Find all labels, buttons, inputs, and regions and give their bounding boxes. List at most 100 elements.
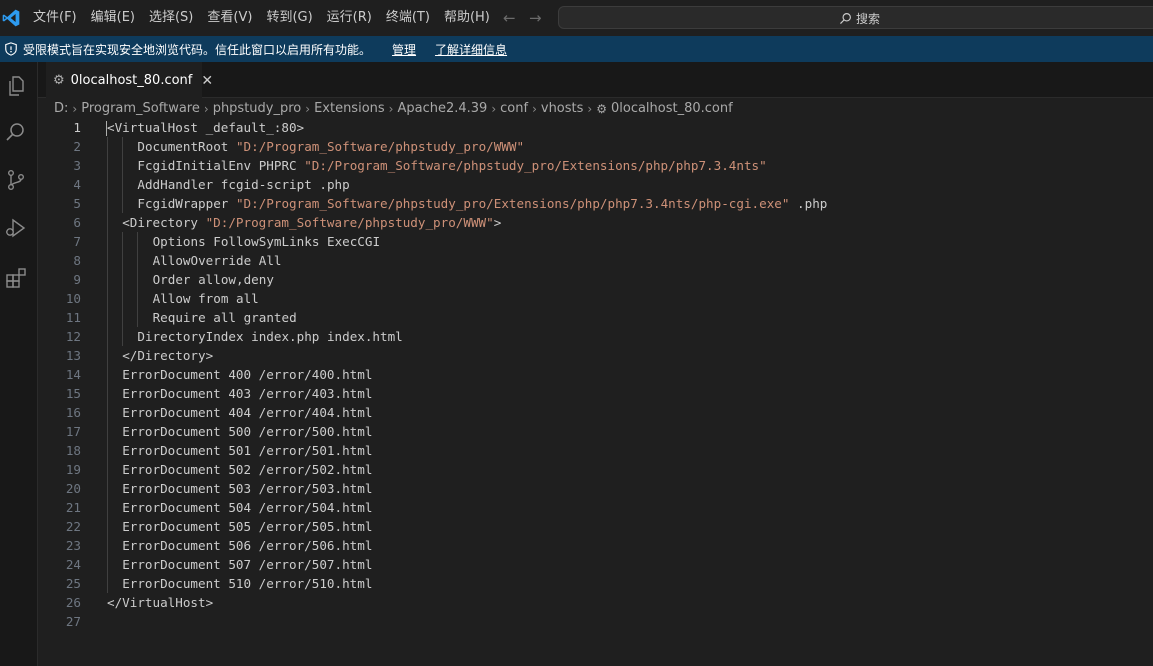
line-number: 1: [73, 120, 81, 135]
command-center-search[interactable]: 搜索: [558, 6, 1153, 29]
close-icon[interactable]: ✕: [201, 73, 213, 89]
line-number: 3: [73, 158, 81, 173]
code-line: 7 Options FollowSymLinks ExecCGI: [38, 232, 1153, 251]
indent-guide: [107, 517, 108, 536]
string-literal: "D:/Program_Software/phpstudy_pro/Extens…: [304, 158, 767, 173]
code-line: 17 ErrorDocument 500 /error/500.html: [38, 422, 1153, 441]
run-debug-icon[interactable]: [4, 216, 28, 240]
code-line: 11 Require all granted: [38, 308, 1153, 327]
code-token: Require all granted: [152, 310, 297, 325]
breadcrumb-item[interactable]: phpstudy_pro: [213, 101, 302, 116]
indent-guide: [107, 346, 108, 365]
code-token: </Directory>: [122, 348, 214, 363]
search-icon: [840, 13, 851, 24]
code-token: ErrorDocument 403 /error/403.html: [122, 386, 373, 401]
code-token: ErrorDocument 507 /error/507.html: [122, 557, 373, 572]
code-text: FcgidWrapper "D:/Program_Software/phpstu…: [137, 194, 827, 213]
indent-guide: [107, 251, 108, 270]
indent-guide: [107, 194, 108, 213]
code-line: 13 </Directory>: [38, 346, 1153, 365]
title-bar: 文件(F) 编辑(E) 选择(S) 查看(V) 转到(G) 运行(R) 终端(T) 帮助(H)…: [0, 0, 1153, 36]
code-text: <Directory "D:/Program_Software/phpstudy…: [122, 213, 501, 232]
indent-guide: [122, 327, 124, 346]
line-number: 23: [65, 538, 81, 553]
back-arrow-icon[interactable]: ←: [503, 9, 516, 27]
search-sidebar-icon[interactable]: [4, 120, 28, 144]
search-label: 搜索: [856, 12, 881, 26]
source-control-icon[interactable]: [4, 168, 28, 192]
extensions-icon[interactable]: [4, 266, 28, 290]
indent-guide: [107, 422, 108, 441]
forward-arrow-icon[interactable]: →: [529, 9, 542, 27]
indent-guide: [107, 232, 108, 251]
code-token: DocumentRoot: [137, 139, 236, 154]
indent-guide: [122, 251, 124, 270]
line-number: 2: [73, 139, 81, 154]
activity-bar: [0, 62, 38, 666]
code-token: ErrorDocument 510 /error/510.html: [122, 576, 373, 591]
line-number: 10: [65, 291, 81, 306]
code-line: 8 AllowOverride All: [38, 251, 1153, 270]
tab-0localhost-80-conf[interactable]: ⚙ 0localhost_80.conf ✕: [46, 62, 213, 98]
code-line: 1 <VirtualHost _default_:80>: [38, 118, 1153, 137]
indent-guide: [122, 270, 124, 289]
line-number: 7: [73, 234, 81, 249]
code-line: 3 FcgidInitialEnv PHPRC "D:/Program_Softw…: [38, 156, 1153, 175]
line-number: 14: [65, 367, 81, 382]
breadcrumb-item[interactable]: Extensions: [314, 101, 385, 116]
gear-icon: ⚙: [53, 73, 65, 88]
code-text: AddHandler fcgid-script .php: [137, 175, 349, 194]
code-text: ErrorDocument 506 /error/506.html: [122, 536, 372, 555]
code-line: 12 DirectoryIndex index.php index.html: [38, 327, 1153, 346]
code-text: ErrorDocument 505 /error/505.html: [122, 517, 372, 536]
code-text: DocumentRoot "D:/Program_Software/phpstu…: [137, 137, 524, 156]
indent-guide: [107, 270, 108, 289]
code-text: ErrorDocument 404 /error/404.html: [122, 403, 372, 422]
breadcrumb-item[interactable]: Program_Software: [81, 101, 200, 116]
breadcrumb-item[interactable]: conf: [500, 101, 528, 116]
menu-item[interactable]: 帮助(H): [437, 0, 497, 36]
learn-more-link[interactable]: 了解详细信息: [435, 41, 507, 58]
menu-item[interactable]: 运行(R): [320, 0, 379, 36]
breadcrumb-item[interactable]: D:: [54, 101, 68, 116]
menu-item[interactable]: 文件(F): [26, 0, 84, 36]
line-number: 27: [65, 614, 81, 629]
line-number: 13: [65, 348, 81, 363]
code-line: 9 Order allow,deny: [38, 270, 1153, 289]
tab-label: 0localhost_80.conf: [70, 73, 193, 88]
indent-guide: [122, 194, 124, 213]
menu-item[interactable]: 查看(V): [200, 0, 259, 36]
explorer-icon[interactable]: [4, 74, 28, 98]
breadcrumb-item[interactable]: Apache2.4.39: [397, 101, 487, 116]
line-number: 15: [65, 386, 81, 401]
indent-guide: [107, 327, 108, 346]
code-text: Require all granted: [153, 308, 297, 327]
code-line: 27: [38, 612, 1153, 631]
menu-item[interactable]: 编辑(E): [84, 0, 142, 36]
code-text: ErrorDocument 400 /error/400.html: [122, 365, 372, 384]
code-line: 5 FcgidWrapper "D:/Program_Software/phpst…: [38, 194, 1153, 213]
indent-guide: [107, 289, 108, 308]
line-number: 5: [73, 196, 81, 211]
code-token: >: [493, 215, 502, 230]
menu-item[interactable]: 终端(T): [379, 0, 437, 36]
code-line: 24 ErrorDocument 507 /error/507.html: [38, 555, 1153, 574]
line-number: 20: [65, 481, 81, 496]
code-token: ErrorDocument 503 /error/503.html: [122, 481, 373, 496]
menu-item[interactable]: 转到(G): [259, 0, 319, 36]
breadcrumb-item[interactable]: vhosts: [541, 101, 584, 116]
shield-icon: [5, 42, 17, 56]
code-text: ErrorDocument 504 /error/504.html: [122, 498, 372, 517]
line-number: 8: [73, 253, 81, 268]
line-number: 25: [65, 576, 81, 591]
indent-guide: [107, 175, 108, 194]
indent-guide: [137, 251, 139, 270]
manage-link[interactable]: 管理: [392, 41, 416, 58]
breadcrumb-item[interactable]: 0localhost_80.conf: [611, 101, 733, 116]
menu-item[interactable]: 选择(S): [142, 0, 200, 36]
indent-guide: [122, 289, 124, 308]
string-literal: "D:/Program_Software/phpstudy_pro/WWW": [235, 139, 525, 154]
code-editor[interactable]: 1 <VirtualHost _default_:80> 2 DocumentRoot…: [38, 118, 1153, 666]
line-number: 9: [73, 272, 81, 287]
text-cursor: [106, 121, 107, 136]
